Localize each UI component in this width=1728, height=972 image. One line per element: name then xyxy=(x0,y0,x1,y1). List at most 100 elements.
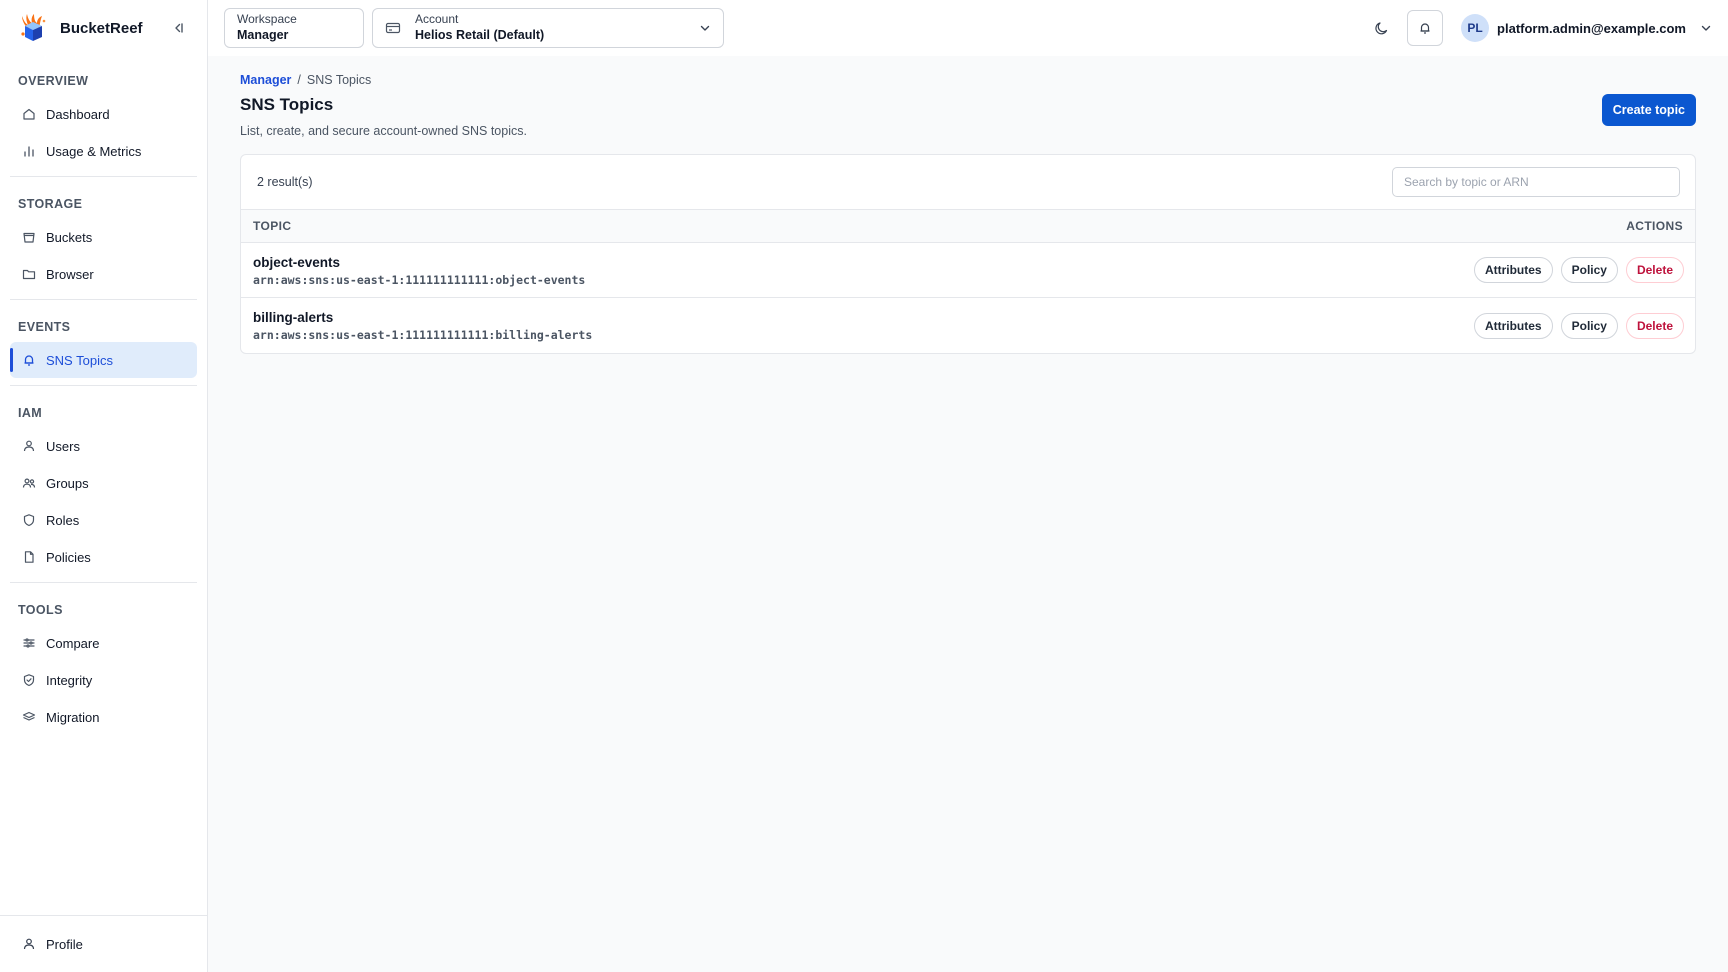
user-email: platform.admin@example.com xyxy=(1497,20,1686,36)
sidebar-item-label: Profile xyxy=(46,936,83,952)
sidebar-nav: OVERVIEW Dashboard Usage & Metrics STORA… xyxy=(0,56,207,915)
topbar: Workspace Manager Account Helios Retail … xyxy=(208,0,1728,56)
column-header-actions: ACTIONS xyxy=(1626,219,1683,233)
workspace-label: Workspace xyxy=(237,12,297,26)
column-header-topic: TOPIC xyxy=(253,219,292,233)
sidebar-item-buckets[interactable]: Buckets xyxy=(10,219,197,255)
main-area: Workspace Manager Account Helios Retail … xyxy=(208,0,1728,972)
sidebar-item-groups[interactable]: Groups xyxy=(10,465,197,501)
home-icon xyxy=(22,107,36,121)
sidebar-item-label: Roles xyxy=(46,512,80,528)
user-menu[interactable]: PL platform.admin@example.com xyxy=(1451,14,1712,42)
table-header: TOPIC ACTIONS xyxy=(241,210,1695,243)
sidebar-item-integrity[interactable]: Integrity xyxy=(10,662,197,698)
app-root: BucketReef OVERVIEW Dashboard Usage & Me… xyxy=(0,0,1728,972)
table-row: object-events arn:aws:sns:us-east-1:1111… xyxy=(241,243,1695,298)
table-row: billing-alerts arn:aws:sns:us-east-1:111… xyxy=(241,298,1695,353)
moon-icon xyxy=(1374,21,1387,34)
nav-section-iam: IAM Users Groups Roles Policies xyxy=(10,394,197,583)
breadcrumb-current: SNS Topics xyxy=(306,73,372,87)
workspace-value: Manager xyxy=(237,28,289,42)
sidebar-item-browser[interactable]: Browser xyxy=(10,256,197,292)
sidebar: BucketReef OVERVIEW Dashboard Usage & Me… xyxy=(0,0,208,972)
section-title: STORAGE xyxy=(18,197,83,211)
section-title: OVERVIEW xyxy=(18,74,89,88)
delete-button[interactable]: Delete xyxy=(1625,257,1684,283)
nav-section-tools: TOOLS Compare Integrity Migration xyxy=(10,591,197,742)
sidebar-item-label: Integrity xyxy=(46,672,93,688)
user-icon xyxy=(22,439,36,453)
result-count: 2 result(s) xyxy=(257,175,313,189)
notifications-button[interactable] xyxy=(1407,10,1444,46)
brand: BucketReef xyxy=(0,0,207,56)
sidebar-item-label: SNS Topics xyxy=(46,352,113,368)
sidebar-item-label: Dashboard xyxy=(46,106,110,122)
account-selector[interactable]: Account Helios Retail (Default) xyxy=(372,8,724,48)
row-actions: Attributes Policy Delete xyxy=(1473,312,1684,339)
sidebar-item-label: Compare xyxy=(46,635,100,651)
sidebar-item-label: Users xyxy=(46,438,80,454)
policy-button[interactable]: Policy xyxy=(1560,257,1618,283)
delete-button[interactable]: Delete xyxy=(1625,312,1684,339)
section-title: TOOLS xyxy=(18,603,63,617)
bar-chart-icon xyxy=(22,144,36,158)
sidebar-item-sns-topics[interactable]: SNS Topics xyxy=(10,342,197,378)
sidebar-item-label: Policies xyxy=(46,549,91,565)
policy-button[interactable]: Policy xyxy=(1560,312,1618,339)
attributes-button[interactable]: Attributes xyxy=(1473,257,1553,283)
panel-header: 2 result(s) xyxy=(241,155,1695,210)
section-title: EVENTS xyxy=(18,320,71,334)
create-topic-button[interactable]: Create topic xyxy=(1601,94,1696,126)
topic-name: object-events xyxy=(253,254,341,270)
folder-icon xyxy=(22,267,36,281)
page-header: SNS Topics List, create, and secure acco… xyxy=(240,94,1696,138)
compare-icon xyxy=(22,636,36,650)
bucket-icon xyxy=(22,230,36,244)
sidebar-item-label: Browser xyxy=(46,266,94,282)
bell-icon xyxy=(1420,23,1430,34)
search-input[interactable] xyxy=(1392,167,1680,197)
page-subtitle: List, create, and secure account-owned S… xyxy=(240,124,527,138)
avatar: PL xyxy=(1461,14,1490,42)
chevron-down-icon xyxy=(699,22,711,34)
topic-name: billing-alerts xyxy=(253,310,334,325)
layers-icon xyxy=(22,710,36,724)
users-icon xyxy=(22,476,36,490)
sidebar-item-migration[interactable]: Migration xyxy=(10,699,197,735)
topic-arn: arn:aws:sns:us-east-1:111111111111:objec… xyxy=(253,272,586,287)
shield-icon xyxy=(22,513,36,527)
credit-card-icon xyxy=(385,21,401,35)
account-value: Helios Retail (Default) xyxy=(415,28,545,42)
sidebar-item-roles[interactable]: Roles xyxy=(10,502,197,538)
sidebar-item-policies[interactable]: Policies xyxy=(10,539,197,575)
sidebar-item-users[interactable]: Users xyxy=(10,428,197,464)
breadcrumb: Manager / SNS Topics xyxy=(240,72,1696,88)
topic-arn: arn:aws:sns:us-east-1:111111111111:billi… xyxy=(253,328,593,342)
sidebar-item-label: Migration xyxy=(46,709,100,725)
sidebar-item-usage-metrics[interactable]: Usage & Metrics xyxy=(10,133,197,169)
sidebar-item-compare[interactable]: Compare xyxy=(10,625,197,661)
sidebar-item-label: Groups xyxy=(46,475,89,491)
account-label: Account xyxy=(415,12,459,26)
breadcrumb-link-manager[interactable]: Manager xyxy=(240,73,291,87)
section-title: IAM xyxy=(18,406,43,420)
theme-toggle-button[interactable] xyxy=(1363,10,1399,46)
sidebar-item-dashboard[interactable]: Dashboard xyxy=(10,96,197,132)
bell-icon xyxy=(22,353,36,367)
collapse-sidebar-button[interactable] xyxy=(167,17,189,39)
sidebar-item-profile[interactable]: Profile xyxy=(0,915,207,972)
topics-panel: 2 result(s) TOPIC ACTIONS object-events … xyxy=(240,154,1696,354)
nav-section-storage: STORAGE Buckets Browser xyxy=(10,185,197,300)
shield-check-icon xyxy=(22,673,36,687)
workspace-selector[interactable]: Workspace Manager xyxy=(224,8,364,48)
page-title: SNS Topics xyxy=(240,95,334,114)
attributes-button[interactable]: Attributes xyxy=(1473,312,1553,339)
sidebar-item-label: Buckets xyxy=(46,229,93,245)
page-content: Manager / SNS Topics SNS Topics List, cr… xyxy=(208,56,1728,354)
bucketreef-logo-icon xyxy=(21,14,46,41)
sidebar-item-label: Usage & Metrics xyxy=(46,143,142,159)
user-icon xyxy=(22,937,36,951)
breadcrumb-separator: / xyxy=(297,73,301,87)
file-icon xyxy=(22,550,36,564)
chevron-down-icon xyxy=(1700,22,1712,34)
